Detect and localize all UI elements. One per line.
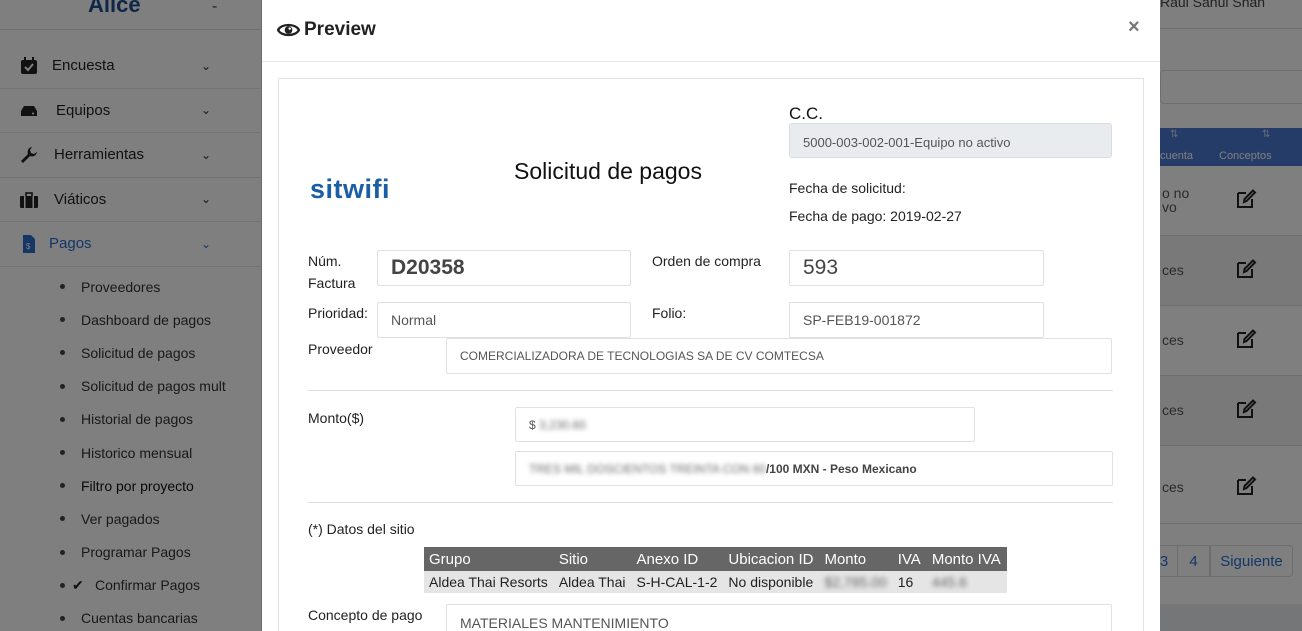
column-header-ubicacion-id: Ubicacion ID bbox=[723, 547, 820, 571]
monto-iva-value: 445.6 bbox=[931, 574, 967, 590]
modal-title: Preview bbox=[304, 19, 376, 40]
orden-compra-field: 593 bbox=[789, 250, 1044, 286]
logo-text-part2: wifi bbox=[343, 174, 391, 204]
column-header-sitio: Sitio bbox=[553, 547, 632, 571]
datos-sitio-label: (*) Datos del sitio bbox=[308, 521, 415, 537]
orden-compra-label: Orden de compra bbox=[652, 253, 761, 269]
monto-letra-value: TRES MIL DOSCIENTOS TREINTA CON 60 bbox=[529, 461, 766, 476]
eye-icon bbox=[277, 23, 300, 37]
monto-letra-field: TRES MIL DOSCIENTOS TREINTA CON 60/100 M… bbox=[515, 451, 1113, 486]
logo-text-part1: sit bbox=[310, 174, 344, 204]
prioridad-label: Prioridad: bbox=[308, 305, 368, 321]
currency-symbol: $ bbox=[529, 417, 536, 432]
table-cell: Aldea Thai Resorts bbox=[424, 571, 554, 593]
table-cell: 16 bbox=[892, 571, 927, 593]
column-header-monto-iva: Monto IVA bbox=[926, 547, 1007, 571]
modal-header: Preview × bbox=[262, 0, 1160, 62]
concepto-label: Concepto de pago bbox=[308, 607, 423, 623]
table-header-row: Grupo Sitio Anexo ID Ubicacion ID Monto … bbox=[424, 547, 1007, 571]
divider bbox=[308, 390, 1113, 391]
table-cell: $2,785.00 bbox=[819, 571, 893, 593]
concepto-field: MATERIALES MANTENIMIENTO bbox=[446, 604, 1112, 631]
column-header-iva: IVA bbox=[892, 547, 927, 571]
document-title: Solicitud de pagos bbox=[514, 158, 702, 184]
table-cell: 445.6 bbox=[926, 571, 1007, 593]
cc-field: 5000-003-002-001-Equipo no activo bbox=[789, 123, 1112, 158]
num-factura-label: Núm. bbox=[308, 253, 342, 269]
monto-letra-suffix: /100 MXN - Peso Mexicano bbox=[765, 461, 917, 476]
close-button[interactable]: × bbox=[1128, 16, 1140, 39]
monto-value: 3,230.60 bbox=[539, 417, 586, 432]
folio-field: SP-FEB19-001872 bbox=[789, 302, 1044, 338]
fecha-solicitud-label: Fecha de solicitud: bbox=[789, 180, 906, 196]
column-header-anexo-id: Anexo ID bbox=[631, 547, 724, 571]
table-cell: No disponible bbox=[723, 571, 820, 593]
num-factura-label-2: Factura bbox=[308, 275, 356, 291]
column-header-grupo: Grupo bbox=[424, 547, 554, 571]
preview-modal: Preview × sitwifi Solicitud de pagos C.C… bbox=[262, 0, 1160, 631]
site-data-table: Grupo Sitio Anexo ID Ubicacion ID Monto … bbox=[424, 547, 1007, 593]
monto-label: Monto($) bbox=[308, 410, 365, 426]
prioridad-field: Normal bbox=[377, 302, 631, 338]
monto-value: $2,785.00 bbox=[824, 574, 887, 590]
folio-label: Folio: bbox=[652, 305, 687, 321]
table-cell: Aldea Thai bbox=[553, 571, 632, 593]
monto-field: $ 3,230.60 bbox=[515, 407, 975, 442]
company-logo: sitwifi bbox=[310, 174, 390, 205]
num-factura-field: D20358 bbox=[377, 250, 631, 286]
cc-label: C.C. bbox=[789, 104, 823, 123]
fecha-pago-label: Fecha de pago: 2019-02-27 bbox=[789, 208, 962, 224]
table-cell: S-H-CAL-1-2 bbox=[631, 571, 724, 593]
proveedor-field: COMERCIALIZADORA DE TECNOLOGIAS SA DE CV… bbox=[446, 338, 1112, 374]
proveedor-label: Proveedor bbox=[308, 341, 373, 357]
table-row: Aldea Thai Resorts Aldea Thai S-H-CAL-1-… bbox=[424, 571, 1007, 593]
column-header-monto: Monto bbox=[819, 547, 893, 571]
divider bbox=[308, 502, 1113, 503]
